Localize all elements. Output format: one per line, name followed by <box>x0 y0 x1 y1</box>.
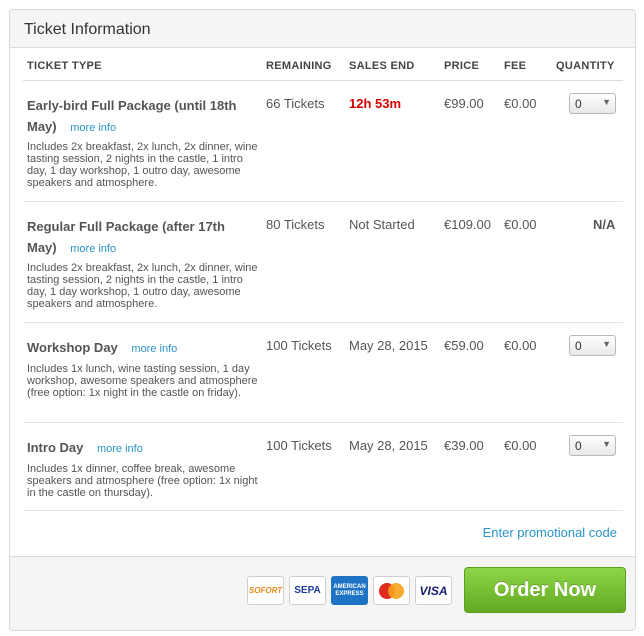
ticket-name: Early-bird Full Package (until 18th May)… <box>27 98 237 134</box>
mastercard-icon <box>373 576 410 605</box>
more-info-link[interactable]: more info <box>70 243 116 255</box>
remaining-value: 100 Tickets <box>266 338 332 353</box>
price-value: €39.00 <box>444 438 484 453</box>
col-remaining: REMAINING <box>266 60 332 72</box>
amex-icon: AMERICAN EXPRESS <box>331 576 368 605</box>
col-ticket-type: TICKET TYPE <box>27 60 102 72</box>
order-now-button[interactable]: Order Now <box>464 567 626 613</box>
remaining-value: 100 Tickets <box>266 438 332 453</box>
fee-value: €0.00 <box>504 217 537 232</box>
ticket-description: Includes 1x dinner, coffee break, awesom… <box>27 463 258 499</box>
ticket-description: Includes 2x breakfast, 2x lunch, 2x dinn… <box>27 141 258 189</box>
fee-value: €0.00 <box>504 96 537 111</box>
table-row: Early-bird Full Package (until 18th May)… <box>23 81 623 202</box>
table-row: Intro Day more info Includes 1x dinner, … <box>23 423 623 511</box>
sales-end-value: 12h 53m <box>349 96 402 111</box>
chevron-down-icon: ▼ <box>602 439 611 449</box>
more-info-link[interactable]: more info <box>70 122 116 134</box>
table-row: Regular Full Package (after 17th May) mo… <box>23 202 623 323</box>
price-value: €59.00 <box>444 338 484 353</box>
sales-end-value: May 28, 2015 <box>349 438 428 453</box>
price-value: €109.00 <box>444 217 491 232</box>
sales-end-value: Not Started <box>349 217 415 232</box>
quantity-select[interactable]: 0 ▼ <box>569 93 616 114</box>
price-value: €99.00 <box>444 96 484 111</box>
table-header: TICKET TYPE REMAINING SALES END PRICE FE… <box>23 55 623 81</box>
ticket-name: Regular Full Package (after 17th May) mo… <box>27 219 225 255</box>
ticket-name: Intro Day more info <box>27 440 143 455</box>
visa-icon: VISA <box>415 576 452 605</box>
promo-code-link[interactable]: Enter promotional code <box>483 525 617 540</box>
chevron-down-icon: ▼ <box>602 339 611 349</box>
fee-value: €0.00 <box>504 438 537 453</box>
remaining-value: 66 Tickets <box>266 96 325 111</box>
quantity-select[interactable]: 0 ▼ <box>569 435 616 456</box>
quantity-select[interactable]: 0 ▼ <box>569 335 616 356</box>
more-info-link[interactable]: more info <box>131 343 177 355</box>
col-price: PRICE <box>444 60 480 72</box>
fee-value: €0.00 <box>504 338 537 353</box>
remaining-value: 80 Tickets <box>266 217 325 232</box>
ticket-panel: Ticket Information TICKET TYPE REMAINING… <box>9 9 636 631</box>
more-info-link[interactable]: more info <box>97 443 143 455</box>
ticket-description: Includes 2x breakfast, 2x lunch, 2x dinn… <box>27 262 258 310</box>
sales-end-value: May 28, 2015 <box>349 338 428 353</box>
ticket-name: Workshop Day more info <box>27 340 178 355</box>
ticket-description: Includes 1x lunch, wine tasting session,… <box>27 363 258 399</box>
table-row: Workshop Day more info Includes 1x lunch… <box>23 323 623 423</box>
quantity-na: N/A <box>593 217 616 232</box>
col-quantity: QUANTITY <box>556 60 615 72</box>
ticket-table: TICKET TYPE REMAINING SALES END PRICE FE… <box>23 55 623 511</box>
checkout-footer: SOFORT SEPA AMERICAN EXPRESS VISA Order … <box>10 556 635 630</box>
sepa-icon: SEPA <box>289 576 326 605</box>
sofort-icon: SOFORT <box>247 576 284 605</box>
col-sales-end: SALES END <box>349 60 415 72</box>
col-fee: FEE <box>504 60 527 72</box>
chevron-down-icon: ▼ <box>602 97 611 107</box>
panel-title: Ticket Information <box>10 10 635 48</box>
